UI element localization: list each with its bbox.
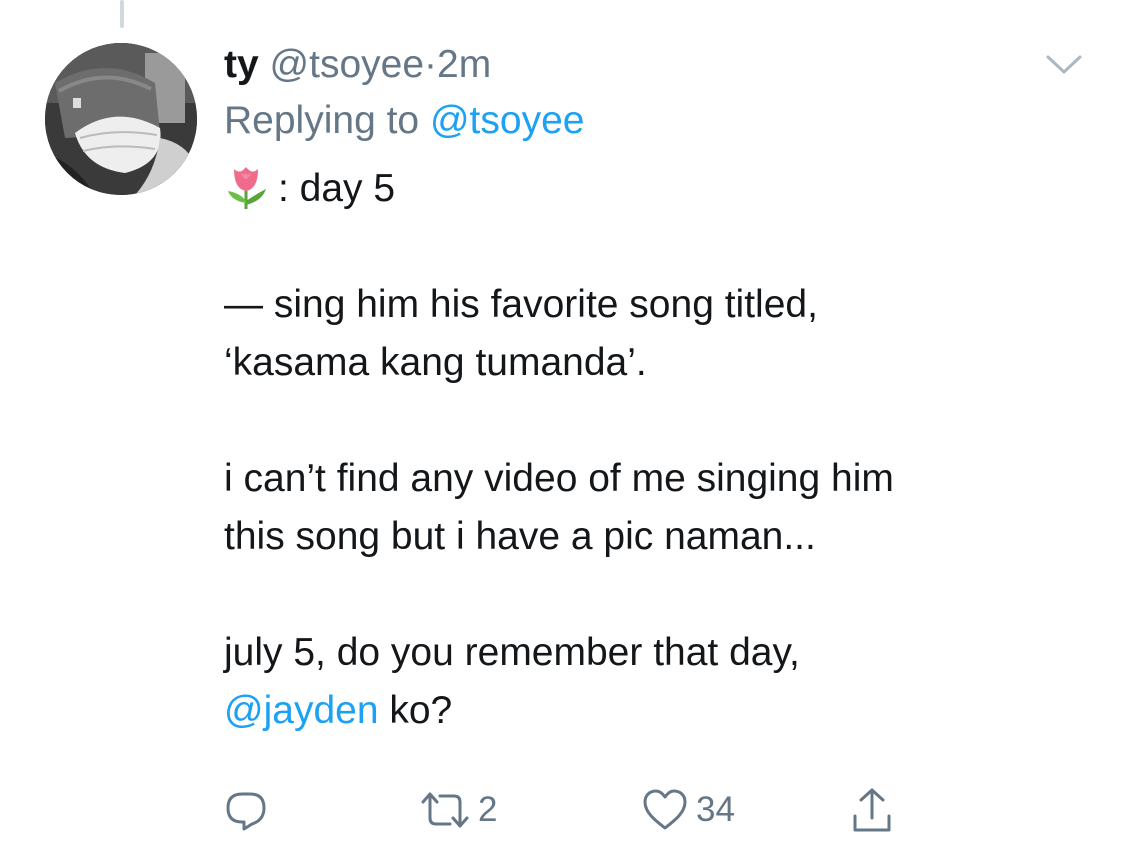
timestamp[interactable]: 2m [437, 43, 491, 86]
share-icon [853, 788, 891, 832]
retweet-button[interactable]: 2 [420, 780, 497, 840]
tweet-paragraph: : day 5 [224, 160, 1084, 218]
tweet-paragraph: — sing him his favorite song titled, ‘ka… [224, 276, 1084, 392]
text-line: i can’t find any video of me singing him [224, 457, 894, 500]
share-button[interactable] [850, 780, 894, 840]
replying-to: Replying to @tsoyee [224, 94, 1084, 148]
display-name[interactable]: ty [224, 43, 259, 86]
thread-connector-line [120, 0, 124, 28]
tweet-content: ty @tsoyee·2m Replying to @tsoyee : day … [224, 38, 1084, 740]
avatar[interactable] [45, 43, 197, 195]
reply-button[interactable] [224, 780, 268, 840]
tweet-paragraph: july 5, do you remember that day, @jayde… [224, 624, 1084, 740]
retweet-icon [421, 792, 469, 828]
mention-link[interactable]: @jayden [224, 689, 379, 732]
text-line: ‘kasama kang tumanda’. [224, 341, 647, 384]
reply-icon [226, 792, 266, 831]
text-line: ko? [378, 689, 453, 732]
tweet-text: : day 5 — sing him his favorite song tit… [224, 160, 1084, 740]
tweet-header: ty @tsoyee·2m [224, 38, 1084, 92]
separator-dot: · [424, 43, 438, 86]
like-count: 34 [696, 790, 735, 829]
tweet-paragraph: i can’t find any video of me singing him… [224, 450, 1084, 566]
text-line: july 5, do you remember that day, [224, 631, 800, 674]
replying-to-label: Replying to [224, 99, 420, 142]
text-line: — sing him his favorite song titled, [224, 283, 818, 326]
heart-icon [643, 789, 687, 830]
day-label: : day 5 [278, 167, 396, 210]
retweet-count: 2 [478, 790, 498, 829]
replying-to-handle-link[interactable]: @tsoyee [430, 99, 585, 142]
like-button[interactable]: 34 [642, 780, 735, 840]
text-line: this song but i have a pic naman... [224, 515, 816, 558]
user-handle[interactable]: @tsoyee [270, 43, 425, 86]
tulip-emoji-icon [228, 167, 266, 209]
